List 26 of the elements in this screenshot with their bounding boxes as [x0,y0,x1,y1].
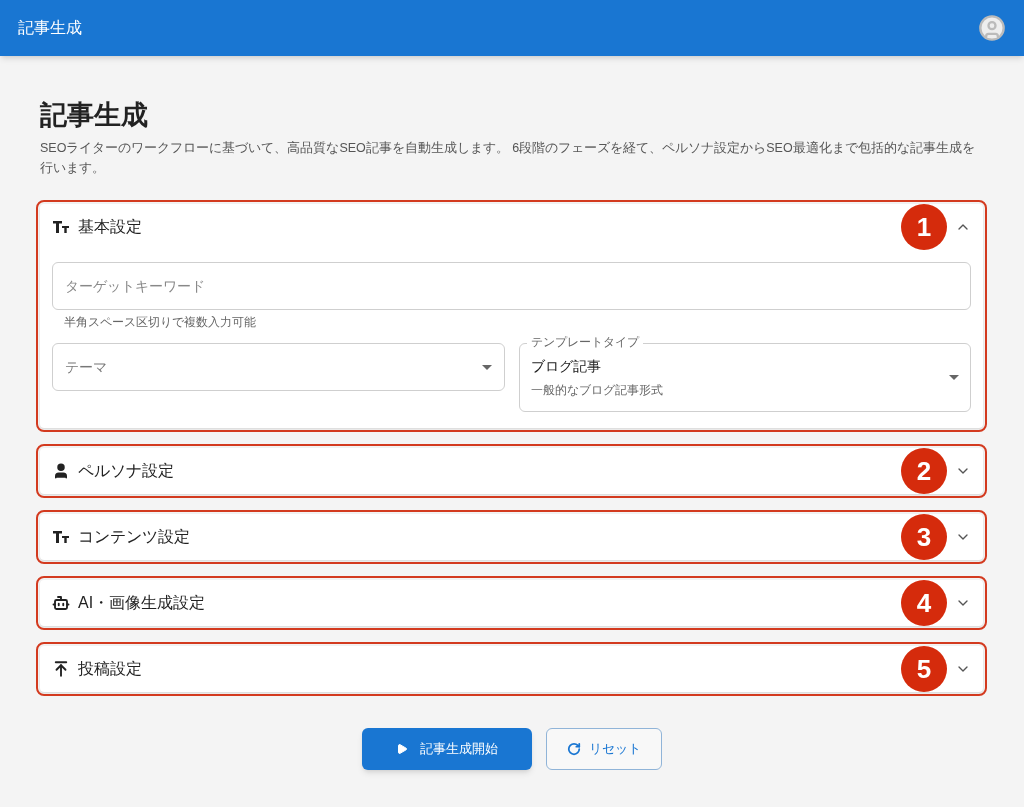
dropdown-arrow-icon [949,375,959,380]
dropdown-arrow-icon [481,364,492,370]
start-button[interactable]: 記事生成開始 [362,728,532,770]
callout-number: 4 [901,580,947,626]
callout-number: 3 [901,514,947,560]
keyword-input-field[interactable]: ターゲットキーワード [52,262,971,310]
play-icon [396,743,408,755]
text-size-icon [52,530,70,544]
option-description: 一般的なブログ記事形式 [530,382,663,399]
callout-number: 2 [901,448,947,494]
robot-icon [52,594,70,612]
refresh-icon [567,742,581,756]
page-description: SEOライターのワークフローに基づいて、高品質なSEO記事を自動生成します。 6段階のフェーズを経て、ペルソナ設定からSEO最適化まで包括的な記事生成を行います。 [40,140,976,177]
callout-number: 1 [901,204,947,250]
callout-number: 5 [901,646,947,692]
upload-icon [52,660,70,678]
helper-text: 半角スペース区切りで複数入力可能 [63,314,257,331]
text-size-icon [52,220,70,234]
field-label: テンプレートタイプ [526,335,643,350]
app-title: 記事生成 [18,18,82,38]
avatar-icon[interactable] [978,14,1006,42]
person-icon [52,462,70,480]
theme-select-field[interactable]: テーマ [52,343,505,391]
selected-value: ブログ記事 [530,357,602,376]
reset-button[interactable]: リセット [546,728,662,770]
page-title: 記事生成 [40,99,149,132]
